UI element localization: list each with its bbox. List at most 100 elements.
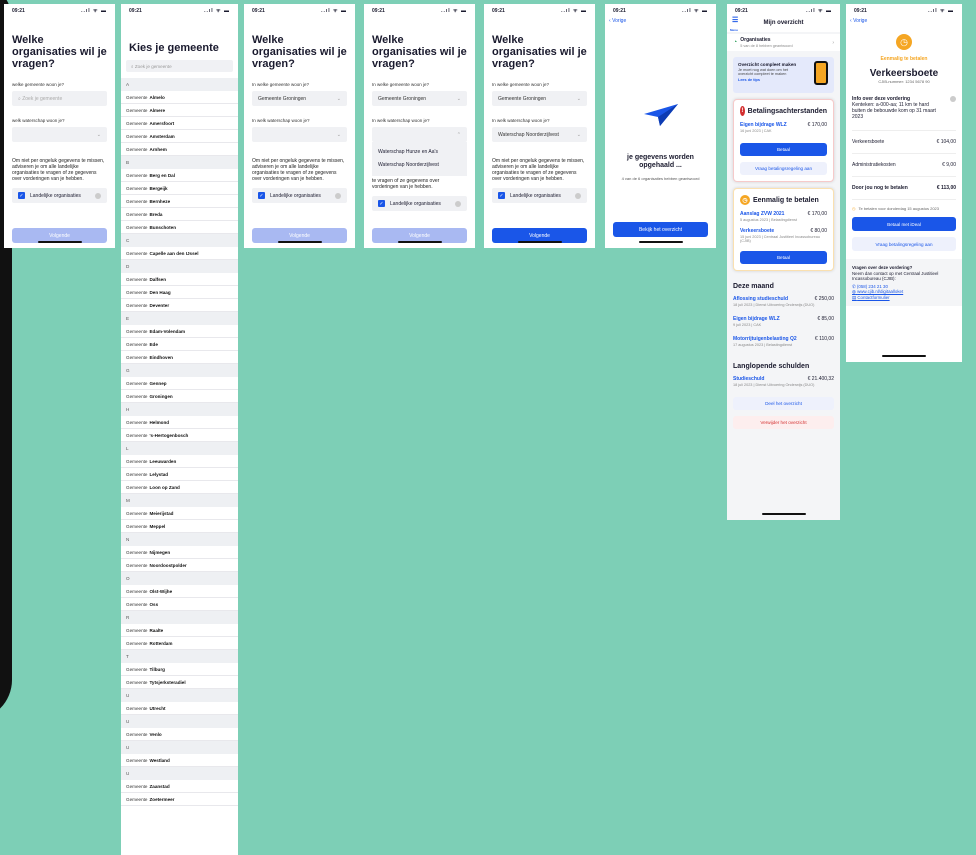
list-item[interactable]: Gemeente Bernheze bbox=[121, 195, 238, 208]
list-item[interactable]: Gemeente Zaanstad bbox=[121, 780, 238, 793]
info-icon[interactable] bbox=[95, 192, 101, 199]
screen-organisaties-complete: 09:21 ..ıl ᯤ ▬ Welke organisaties wil je … bbox=[484, 4, 595, 248]
list-item[interactable]: Gemeente Oss bbox=[121, 598, 238, 611]
list-item[interactable]: Gemeente Capelle aan den IJssel bbox=[121, 247, 238, 260]
gemeente-select[interactable]: Gemeente Groningen ⌄ bbox=[252, 91, 347, 106]
list-item[interactable]: Gemeente Helmond bbox=[121, 416, 238, 429]
list-item[interactable]: Gemeente Groningen bbox=[121, 390, 238, 403]
list-item[interactable]: Gemeente Tilburg bbox=[121, 663, 238, 676]
page-title: Welke organisaties wil je vragen? bbox=[492, 34, 587, 70]
list-item[interactable]: Gemeente Amsterdam bbox=[121, 130, 238, 143]
list-item[interactable]: Gemeente Zoetermeer bbox=[121, 793, 238, 806]
list-section-letter: R bbox=[121, 611, 238, 624]
list-item[interactable]: Gemeente Almere bbox=[121, 104, 238, 117]
chevron-down-icon: ⌄ bbox=[576, 95, 581, 102]
list-item[interactable]: Gemeente Amersfoort bbox=[121, 117, 238, 130]
checkbox-checked-icon: ✓ bbox=[378, 200, 385, 207]
gemeente-search-input[interactable]: ⌕ Zoek je gemeente bbox=[126, 60, 233, 72]
landelijke-checkbox-row[interactable]: ✓ Landelijke organisaties bbox=[492, 188, 587, 203]
list-item[interactable]: Gemeente Nijmegen bbox=[121, 546, 238, 559]
list-item[interactable]: Gemeente Raalte bbox=[121, 624, 238, 637]
clock-icon: ◷ bbox=[852, 206, 856, 211]
screen-organisaties-gemeente: 09:21 ..ıl ᯤ ▬ Welke organisaties wil je … bbox=[244, 4, 355, 248]
list-item[interactable]: Gemeente Westland bbox=[121, 754, 238, 767]
back-link[interactable]: ‹ Vorige bbox=[605, 18, 716, 24]
list-item[interactable]: Gemeente Berg en Dal bbox=[121, 169, 238, 182]
list-item[interactable]: Gemeente Deventer bbox=[121, 299, 238, 312]
list-item[interactable]: Gemeente Utrecht bbox=[121, 702, 238, 715]
list-item[interactable]: Gemeente Meppel bbox=[121, 520, 238, 533]
list-item[interactable]: Gemeente Gennep bbox=[121, 377, 238, 390]
regeling-button[interactable]: Vraag betalingsregeling aan bbox=[740, 162, 827, 175]
list-item[interactable]: Gemeente Olst-Wijhe bbox=[121, 585, 238, 598]
list-item[interactable]: Gemeente Arnhem bbox=[121, 143, 238, 156]
info-icon[interactable] bbox=[950, 96, 956, 102]
screen-kies-gemeente: 09:21 ..ıl ᯤ ▬ Kies je gemeente ⌕ Zoek je… bbox=[121, 4, 238, 855]
gemeente-select[interactable]: Gemeente Groningen ⌄ bbox=[492, 91, 587, 106]
back-link[interactable]: ‹ Vorige bbox=[846, 18, 962, 24]
chevron-down-icon: ⌄ bbox=[336, 95, 341, 102]
list-item[interactable]: Gemeente Bunschoten bbox=[121, 221, 238, 234]
checkbox-checked-icon: ✓ bbox=[498, 192, 505, 199]
info-icon bbox=[335, 192, 341, 199]
waterschap-label: welk waterschap woon je? bbox=[12, 118, 65, 123]
contact-block: Vragen over deze vordering? Neem dan con… bbox=[846, 259, 962, 306]
checkbox-checked-icon[interactable]: ✓ bbox=[18, 192, 25, 199]
list-item[interactable]: Gemeente Rotterdam bbox=[121, 637, 238, 650]
list-section-letter: H bbox=[121, 403, 238, 416]
waterschap-select[interactable]: ⌄ bbox=[12, 127, 107, 142]
list-item[interactable]: Gemeente Dalfsen bbox=[121, 273, 238, 286]
list-item[interactable]: Gemeente Meierijstad bbox=[121, 507, 238, 520]
chevron-down-icon: ⌄ bbox=[456, 95, 461, 102]
status-time: 09:21 bbox=[129, 8, 142, 14]
option-hunze[interactable]: Waterschap Hunze en Aa's bbox=[378, 146, 461, 159]
list-item[interactable]: Gemeente's-Hertogenbosch bbox=[121, 429, 238, 442]
list-section-letter: B bbox=[121, 156, 238, 169]
globe-icon: ◍ bbox=[852, 289, 856, 294]
list-item[interactable]: Gemeente Edam-Volendam bbox=[121, 325, 238, 338]
share-button[interactable]: Deel het overzicht bbox=[733, 397, 834, 410]
ideal-button[interactable]: Betaal met iDeal bbox=[852, 217, 956, 231]
gemeente-select[interactable]: Gemeente Groningen ⌄ bbox=[372, 91, 467, 106]
advice-text: Om niet per ongeluk gegevens te missen, … bbox=[12, 158, 105, 182]
list-item[interactable]: Gemeente Venlo bbox=[121, 728, 238, 741]
option-noorderzijlvest[interactable]: Waterschap Noorderzijlvest bbox=[378, 159, 461, 172]
list-item[interactable]: Gemeente Loon op Zand bbox=[121, 481, 238, 494]
waterschap-options: Waterschap Hunze en Aa's Waterschap Noor… bbox=[372, 142, 467, 176]
phone-icon: ✆ bbox=[852, 283, 856, 289]
list-section-letter: C bbox=[121, 234, 238, 247]
waterschap-select-open[interactable]: ⌃ bbox=[372, 127, 467, 142]
list-section-letter: T bbox=[121, 650, 238, 663]
list-item[interactable]: Gemeente Tytsjerksteradiel bbox=[121, 676, 238, 689]
pay-button[interactable]: Betaal bbox=[740, 143, 827, 156]
list-item[interactable]: Gemeente Bergeijk bbox=[121, 182, 238, 195]
list-item[interactable]: Gemeente Leeuwarden bbox=[121, 455, 238, 468]
list-item[interactable]: Gemeente Eindhoven bbox=[121, 351, 238, 364]
waterschap-select[interactable]: ⌄ bbox=[252, 127, 347, 142]
list-item[interactable]: Gemeente Lelystad bbox=[121, 468, 238, 481]
landelijke-checkbox-row[interactable]: ✓ Landelijke organisaties bbox=[372, 196, 467, 211]
chevron-left-icon: ‹ bbox=[850, 18, 852, 24]
pay-button[interactable]: Betaal bbox=[740, 251, 827, 264]
landelijke-checkbox-row[interactable]: ✓ Landelijke organisaties bbox=[12, 188, 107, 203]
page-title: Welke organisaties wil je vragen? bbox=[12, 34, 107, 70]
organisaties-row[interactable]: ◔ Organisaties 5 van de 8 hebben geantwoo… bbox=[727, 34, 840, 51]
status-time: 09:21 bbox=[12, 8, 25, 14]
gemeente-search-field[interactable]: ⌕ Zoek je gemeente bbox=[12, 91, 107, 106]
screen-loading: 09:21 ..ıl ᯤ ▬ ‹ Vorige je gegevens worde… bbox=[605, 4, 716, 248]
landelijke-checkbox-row[interactable]: ✓ Landelijke organisaties bbox=[252, 188, 347, 203]
page-title: Kies je gemeente bbox=[129, 42, 219, 54]
paper-plane-icon bbox=[643, 104, 678, 128]
delete-button[interactable]: Verwijder het overzicht bbox=[733, 416, 834, 429]
view-overview-button[interactable]: Bekijk het overzicht bbox=[613, 222, 708, 237]
list-item[interactable]: Gemeente Breda bbox=[121, 208, 238, 221]
regeling-button[interactable]: Vraag betalingsregeling aan bbox=[852, 237, 956, 251]
list-item[interactable]: Gemeente Den Haag bbox=[121, 286, 238, 299]
clock-icon: ◷ bbox=[740, 195, 750, 205]
list-item[interactable]: Gemeente Noordoostpolder bbox=[121, 559, 238, 572]
screen-verkeersboete: 09:21 ..ıl ᯤ ▬ ‹ Vorige ◷ Eenmalig te bet… bbox=[846, 4, 962, 362]
list-item[interactable]: Gemeente Ede bbox=[121, 338, 238, 351]
list-item[interactable]: Gemeente Almelo bbox=[121, 91, 238, 104]
waterschap-select[interactable]: Waterschap Noorderzijlvest ⌄ bbox=[492, 127, 587, 142]
chevron-down-icon: ⌄ bbox=[96, 131, 101, 138]
